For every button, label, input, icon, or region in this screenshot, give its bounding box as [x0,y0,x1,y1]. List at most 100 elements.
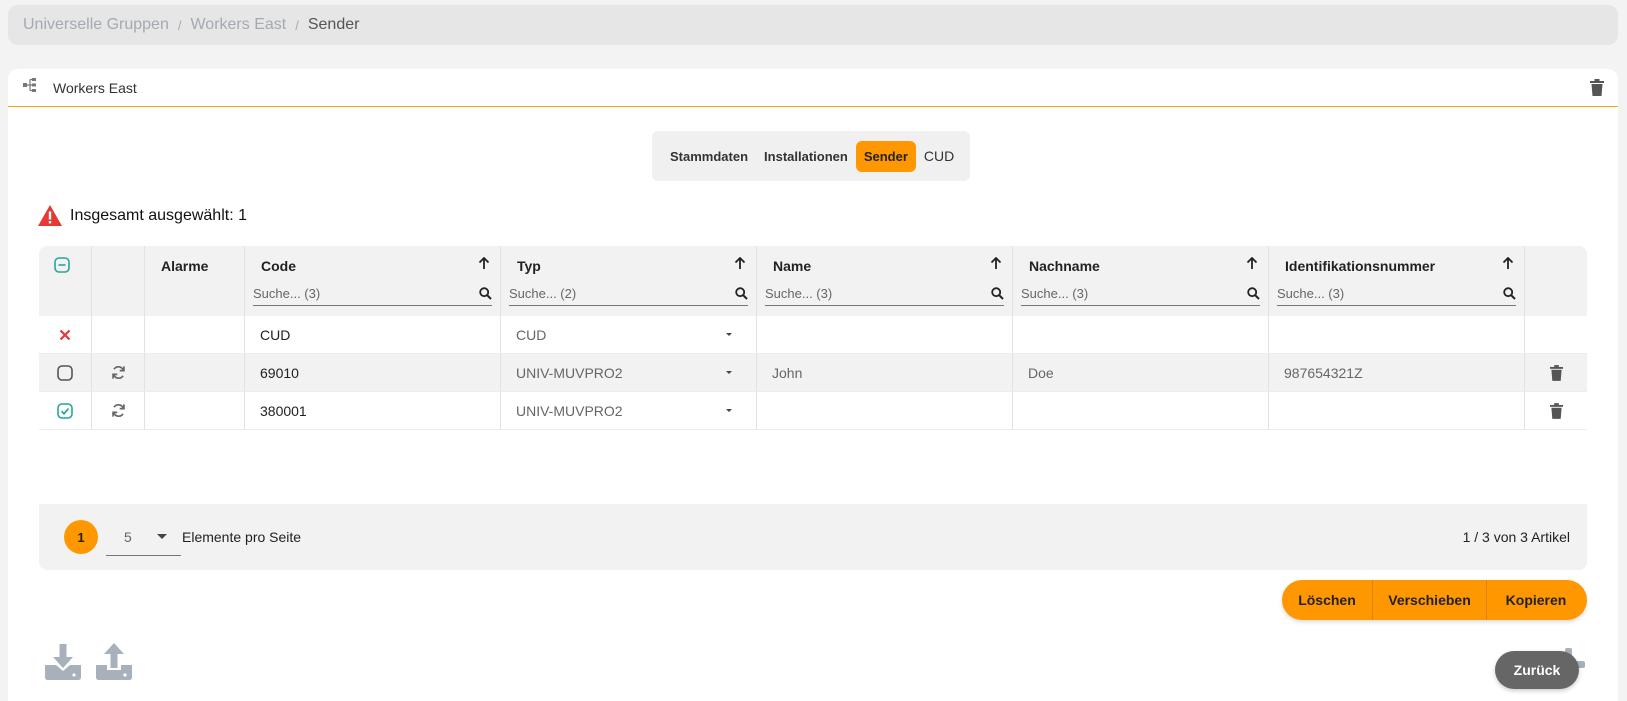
selection-warning: Insgesamt ausgewählt: 1 [38,205,247,226]
row-actions-cell [1525,392,1587,429]
breadcrumb-item-universelle-gruppen[interactable]: Universelle Gruppen [23,16,169,34]
header-actions-cell [1525,246,1587,316]
dropdown-caret-icon[interactable] [726,371,732,374]
delete-button[interactable]: Löschen [1282,580,1373,620]
header-identifikationsnummer: Identifikationsnummer [1269,246,1525,316]
row-checkbox[interactable] [57,364,73,381]
row-sync-cell [92,316,145,353]
typ-search-field [509,282,748,306]
row-name-cell: John [757,354,1013,391]
search-icon[interactable] [1247,287,1260,300]
row-actions-cell [1525,316,1587,353]
header-typ: Typ [501,246,757,316]
chevron-down-icon [157,534,167,539]
select-all-checkbox[interactable] [54,257,70,278]
per-page-value: 5 [124,528,132,545]
row-checkbox-checked[interactable] [57,402,73,419]
row-typ-select[interactable]: CUD [501,316,757,353]
tab-cud[interactable]: CUD [916,140,962,172]
breadcrumb: Universelle Gruppen / Workers East / Sen… [8,5,1618,45]
typ-value: UNIV-MUVPRO2 [516,364,623,381]
sort-arrow-up-icon[interactable] [1246,256,1258,275]
copy-button[interactable]: Kopieren [1487,580,1585,620]
row-actions-cell [1525,354,1587,391]
search-icon[interactable] [991,287,1004,300]
row-id-cell [1269,392,1525,429]
row-typ-select[interactable]: UNIV-MUVPRO2 [501,354,757,391]
sort-arrow-up-icon[interactable] [990,256,1002,275]
bulk-action-group: Löschen Verschieben Kopieren [1282,580,1587,620]
row-id-cell [1269,316,1525,353]
delete-group-icon[interactable] [1590,79,1604,101]
pagination-bar: 1 5 Elemente pro Seite 1 / 3 von 3 Artik… [39,504,1587,570]
trash-icon[interactable] [1549,402,1563,419]
breadcrumb-current: Sender [307,16,360,33]
row-typ-select[interactable]: UNIV-MUVPRO2 [501,392,757,429]
column-label-nachname: Nachname [1029,258,1100,274]
header-alarme: Alarme [145,246,245,316]
table-row[interactable]: 380001 UNIV-MUVPRO2 [39,392,1587,430]
name-search-field [765,282,1004,306]
row-code-cell: CUD [245,316,501,353]
typ-search-input[interactable] [509,286,735,301]
sort-arrow-up-icon[interactable] [478,256,490,275]
identifikationsnummer-search-input[interactable] [1277,286,1503,301]
tab-stammdaten[interactable]: Stammdaten [662,141,756,172]
sort-arrow-up-icon[interactable] [734,256,746,275]
sync-icon[interactable] [111,365,126,380]
row-nachname-cell [1013,316,1269,353]
tab-installationen[interactable]: Installationen [756,141,856,172]
row-select-cell [39,354,92,391]
group-card: Workers East Stammdaten Installationen S… [8,69,1618,701]
table-row[interactable]: 69010 UNIV-MUVPRO2 John Doe 987654321Z [39,354,1587,392]
dropdown-caret-icon[interactable] [726,409,732,412]
card-title: Workers East [53,79,137,96]
code-value: CUD [260,326,291,343]
dropdown-caret-icon[interactable] [726,333,732,336]
row-name-cell [757,392,1013,429]
name-value: John [772,364,803,381]
row-name-cell [757,316,1013,353]
nachname-value: Doe [1028,364,1054,381]
back-button[interactable]: Zurück [1495,651,1579,689]
name-search-input[interactable] [765,286,991,301]
row-alarme-cell [145,316,245,353]
column-label-name: Name [773,258,812,274]
column-label-typ: Typ [517,258,541,274]
row-id-cell: 987654321Z [1269,354,1525,391]
sync-icon[interactable] [111,403,126,418]
code-search-input[interactable] [253,286,479,301]
table-row[interactable]: CUD CUD [39,316,1587,354]
row-alarme-cell [145,392,245,429]
breadcrumb-item-workers-east[interactable]: Workers East [190,16,286,34]
upload-icon[interactable] [96,642,132,685]
hierarchy-icon [23,78,37,97]
header-nachname: Nachname [1013,246,1269,316]
search-icon[interactable] [735,287,748,300]
breadcrumb-separator: / [177,17,182,33]
page-button-current[interactable]: 1 [64,520,98,554]
selection-count-text: Insgesamt ausgewählt: 1 [70,206,247,224]
move-button[interactable]: Verschieben [1373,580,1487,620]
per-page-label: Elemente pro Seite [182,529,302,545]
search-icon[interactable] [479,287,492,300]
row-nachname-cell [1013,392,1269,429]
sort-arrow-up-icon[interactable] [1502,256,1514,275]
row-alarme-cell [145,354,245,391]
tab-sender[interactable]: Sender [855,140,916,172]
row-nachname-cell: Doe [1013,354,1269,391]
identifikationsnummer-search-field [1277,282,1516,306]
error-x-icon [59,329,71,340]
download-icon[interactable] [45,644,81,685]
breadcrumb-separator: / [295,17,299,33]
header-sync-cell [92,246,145,316]
row-status-cell [39,316,92,353]
row-code-cell: 380001 [245,392,501,429]
header-code: Code [245,246,501,316]
row-sync-cell [92,354,145,391]
nachname-search-input[interactable] [1021,286,1247,301]
per-page-select[interactable]: 5 [106,518,181,556]
search-icon[interactable] [1503,287,1516,300]
typ-value: UNIV-MUVPRO2 [516,402,623,419]
trash-icon[interactable] [1549,364,1563,381]
